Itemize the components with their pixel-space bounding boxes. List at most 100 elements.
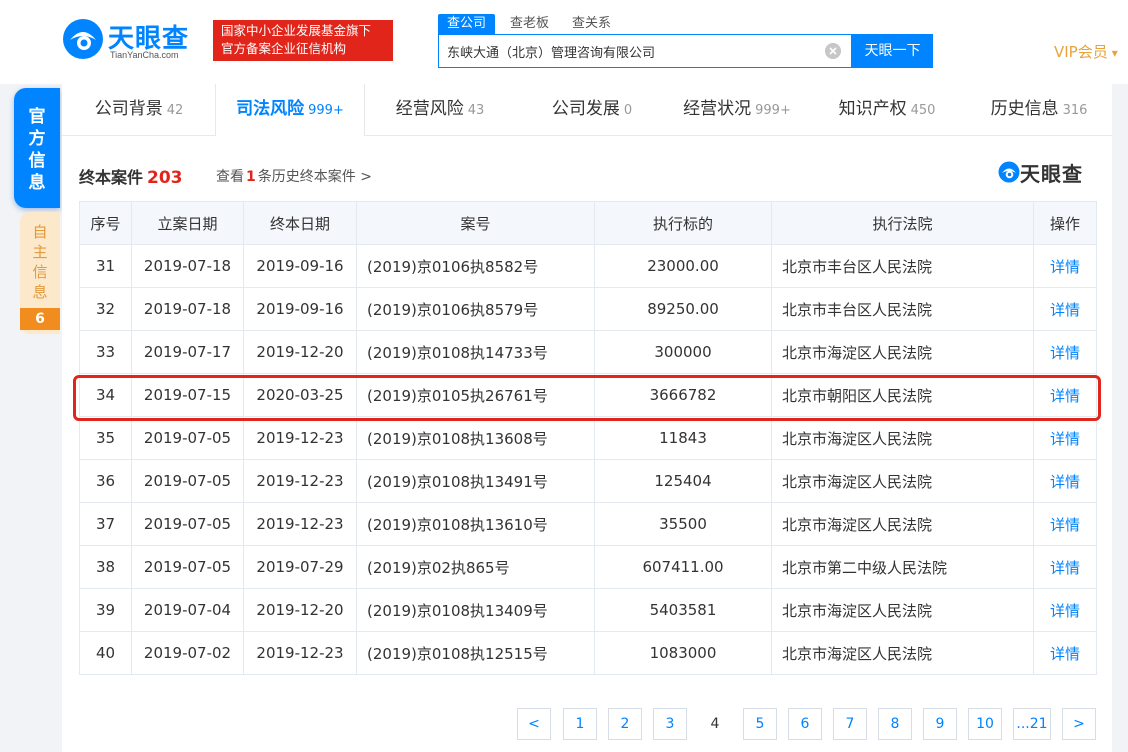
- detail-link[interactable]: 详情: [1050, 516, 1080, 534]
- pagination-page-1[interactable]: 1: [563, 708, 597, 740]
- tab-intellectual-property[interactable]: 知识产权 450: [822, 84, 952, 135]
- official-banner: 国家中小企业发展基金旗下 官方备案企业征信机构: [213, 20, 393, 61]
- category-nav: 公司背景 42 司法风险 999+ 经营风险 43 公司发展 0 经营状况 999+ 知识…: [62, 84, 1112, 136]
- cell-end-date: 2019-09-16: [243, 287, 357, 331]
- table-header-row: 序号 立案日期 终本日期 案号 执行标的 执行法院 操作: [79, 201, 1097, 245]
- cell-filing-date: 2019-07-05: [131, 502, 244, 546]
- cell-end-date: 2019-12-23: [243, 416, 357, 460]
- cell-no: 31: [79, 244, 132, 288]
- cell-amount: 3666782: [594, 373, 772, 417]
- clear-icon[interactable]: [825, 43, 841, 59]
- pagination-page-5[interactable]: 5: [743, 708, 777, 740]
- search-input[interactable]: [447, 35, 817, 67]
- table-row: 32 2019-07-18 2019-09-16 (2019)京0106执857…: [79, 287, 1097, 331]
- vip-member-menu[interactable]: VIP会员 ▾: [1054, 41, 1118, 62]
- table-row: 40 2019-07-02 2019-12-23 (2019)京0108执125…: [79, 631, 1097, 675]
- search-tab-boss[interactable]: 查老板: [510, 14, 549, 34]
- side-tab-self-info[interactable]: 自主信息 6: [20, 212, 60, 334]
- cell-case-no: (2019)京0105执26761号: [356, 373, 595, 417]
- banner-line-2: 官方备案企业征信机构: [221, 41, 347, 56]
- column-header-case-no: 案号: [356, 201, 595, 245]
- search-button[interactable]: 天眼一下: [852, 34, 933, 68]
- table-row: 38 2019-07-05 2019-07-29 (2019)京02执865号 …: [79, 545, 1097, 589]
- history-cases-link[interactable]: 查看 1 条历史终本案件 >: [216, 166, 372, 186]
- pagination-page-2[interactable]: 2: [608, 708, 642, 740]
- pagination-prev-button[interactable]: <: [517, 708, 551, 740]
- table-row: 37 2019-07-05 2019-12-23 (2019)京0108执136…: [79, 502, 1097, 546]
- table-row: 35 2019-07-05 2019-12-23 (2019)京0108执136…: [79, 416, 1097, 460]
- detail-link[interactable]: 详情: [1050, 645, 1080, 663]
- pagination-page-3[interactable]: 3: [653, 708, 687, 740]
- search-tab-company[interactable]: 查公司: [438, 14, 496, 34]
- cell-no: 37: [79, 502, 132, 546]
- cell-court: 北京市海淀区人民法院: [771, 588, 1034, 632]
- tab-count: 316: [1062, 103, 1088, 118]
- tab-count: 450: [910, 103, 936, 118]
- pagination-page-6[interactable]: 6: [788, 708, 822, 740]
- cell-no: 35: [79, 416, 132, 460]
- pagination-page-7[interactable]: 7: [833, 708, 867, 740]
- tab-count: 0: [623, 103, 633, 118]
- cell-end-date: 2019-12-23: [243, 459, 357, 503]
- pagination-page-10[interactable]: 10: [968, 708, 1002, 740]
- detail-link[interactable]: 详情: [1050, 559, 1080, 577]
- table-row: 33 2019-07-17 2019-12-20 (2019)京0108执147…: [79, 330, 1097, 374]
- cell-filing-date: 2019-07-02: [131, 631, 244, 675]
- tab-judicial-risk[interactable]: 司法风险 999+: [215, 84, 365, 136]
- tab-operation-risk[interactable]: 经营风险 43: [377, 84, 503, 135]
- tab-company-background[interactable]: 公司背景 42: [76, 84, 202, 135]
- tab-business-status[interactable]: 经营状况 999+: [672, 84, 802, 135]
- search-tab-relation[interactable]: 查关系: [572, 14, 611, 34]
- final-cases-table: 序号 立案日期 终本日期 案号 执行标的 执行法院 操作 31 2019-07-…: [79, 201, 1097, 675]
- detail-link[interactable]: 详情: [1050, 258, 1080, 276]
- table-row: 39 2019-07-04 2019-12-20 (2019)京0108执134…: [79, 588, 1097, 632]
- cell-court: 北京市海淀区人民法院: [771, 416, 1034, 460]
- column-header-end-date: 终本日期: [243, 201, 357, 245]
- cell-case-no: (2019)京0108执13608号: [356, 416, 595, 460]
- cell-court: 北京市第二中级人民法院: [771, 545, 1034, 589]
- cell-amount: 300000: [594, 330, 772, 374]
- self-info-count-badge: 6: [20, 308, 60, 330]
- pagination-page-9[interactable]: 9: [923, 708, 957, 740]
- history-suffix: 条历史终本案件 >: [257, 169, 372, 185]
- cell-amount: 11843: [594, 416, 772, 460]
- pagination-next-button[interactable]: >: [1062, 708, 1096, 740]
- section-title-label: 终本案件: [79, 168, 144, 187]
- pagination-page-8[interactable]: 8: [878, 708, 912, 740]
- section-count: 203: [147, 168, 183, 188]
- cell-court: 北京市海淀区人民法院: [771, 631, 1034, 675]
- side-tab-official-label: 官方信息: [28, 107, 46, 193]
- cell-end-date: 2019-07-29: [243, 545, 357, 589]
- cell-end-date: 2019-12-20: [243, 330, 357, 374]
- tianyancha-logo[interactable]: 天眼查 TianYanCha.com: [62, 16, 212, 62]
- cell-no: 34: [79, 373, 132, 417]
- table-row: 31 2019-07-18 2019-09-16 (2019)京0106执858…: [79, 244, 1097, 288]
- cell-filing-date: 2019-07-17: [131, 330, 244, 374]
- logo-eye-icon: [63, 19, 103, 59]
- detail-link[interactable]: 详情: [1050, 430, 1080, 448]
- side-tab-official-info[interactable]: 官方信息: [14, 88, 60, 208]
- tab-count: 42: [166, 103, 184, 118]
- logo-domain: TianYanCha.com: [110, 50, 179, 60]
- cell-amount: 89250.00: [594, 287, 772, 331]
- tab-label: 公司背景: [94, 99, 163, 119]
- side-tab-self-label: 自主信息: [32, 223, 48, 301]
- table-row: 36 2019-07-05 2019-12-23 (2019)京0108执134…: [79, 459, 1097, 503]
- tab-company-development[interactable]: 公司发展 0: [529, 84, 655, 135]
- tab-history-info[interactable]: 历史信息 316: [974, 84, 1104, 135]
- detail-link[interactable]: 详情: [1050, 602, 1080, 620]
- detail-link[interactable]: 详情: [1050, 344, 1080, 362]
- detail-link[interactable]: 详情: [1050, 387, 1080, 405]
- detail-link[interactable]: 详情: [1050, 301, 1080, 319]
- cell-case-no: (2019)京0108执14733号: [356, 330, 595, 374]
- cell-filing-date: 2019-07-04: [131, 588, 244, 632]
- cell-filing-date: 2019-07-18: [131, 244, 244, 288]
- pagination-page-last[interactable]: ...21: [1013, 708, 1051, 740]
- detail-link[interactable]: 详情: [1050, 473, 1080, 491]
- cell-no: 40: [79, 631, 132, 675]
- chevron-down-icon: ▾: [1111, 46, 1118, 60]
- cell-amount: 607411.00: [594, 545, 772, 589]
- main-panel: 公司背景 42 司法风险 999+ 经营风险 43 公司发展 0 经营状况 999+ 知识…: [62, 84, 1112, 752]
- column-header-filing-date: 立案日期: [131, 201, 244, 245]
- section-title: 终本案件 203: [79, 164, 183, 188]
